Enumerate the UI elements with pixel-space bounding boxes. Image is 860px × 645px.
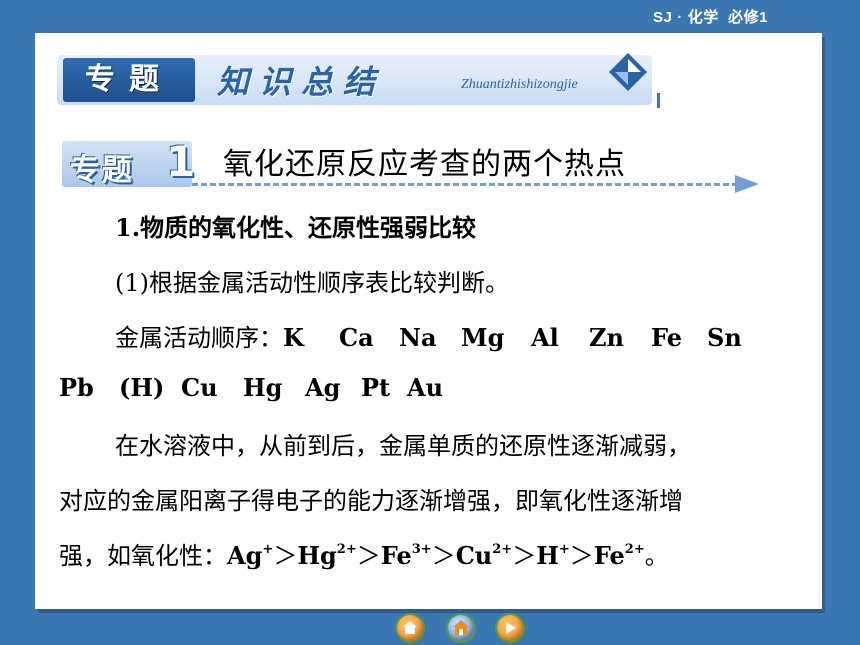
- metal-symbol: (H): [119, 373, 165, 402]
- heading-1-text: 1.物质的氧化性、还原性强弱比较: [115, 213, 477, 242]
- heading-2-text: (1)根据金属活动性顺序表比较判断。: [115, 269, 509, 297]
- content-heading-2: (1)根据金属活动性顺序表比较判断。: [115, 263, 509, 298]
- ion-charge: +: [558, 542, 570, 557]
- subject-name: 化学: [687, 9, 719, 26]
- ion-symbol: Ag: [227, 541, 263, 570]
- ion-charge: 2+: [624, 542, 645, 557]
- greater-than-sign: ＞: [356, 542, 381, 570]
- separator: ·: [677, 9, 683, 26]
- ion-symbol: Cu: [455, 541, 493, 570]
- section-divider: [192, 183, 747, 186]
- book-name: 必修1: [728, 9, 768, 26]
- course-code: SJ: [652, 9, 673, 26]
- house-button[interactable]: [448, 615, 474, 641]
- sequence-label: 金属活动顺序：: [115, 324, 283, 352]
- ion-charge: 3+: [411, 542, 432, 557]
- arrow-right-icon: [735, 175, 759, 193]
- metal-symbol: Pt: [361, 373, 391, 402]
- house-icon: [453, 620, 469, 635]
- ion-symbol: Fe: [593, 541, 625, 570]
- metal-symbol: Mg: [461, 323, 505, 352]
- home-button[interactable]: [397, 615, 423, 641]
- metal-symbol: Cu: [181, 373, 218, 402]
- greater-than-sign: ＞: [512, 542, 537, 570]
- paragraph-line-3: 强，如氧化性：Ag+＞Hg2+＞Fe3+＞Cu2+＞H+＞Fe2+。: [59, 536, 669, 571]
- metal-symbol: Al: [531, 323, 559, 352]
- header-tag: 专题: [63, 58, 195, 102]
- metal-symbol: Na: [399, 323, 437, 352]
- section-title: 氧化还原反应考查的两个热点: [223, 147, 626, 182]
- next-icon: [506, 622, 516, 634]
- ion: Fe3+: [380, 541, 432, 570]
- end-punctuation: 。: [644, 542, 669, 570]
- ion: H+: [536, 541, 570, 570]
- metal-symbol: Pb: [59, 373, 94, 402]
- section-tag-label: 专题: [70, 153, 134, 188]
- greater-than-sign: ＞: [431, 542, 456, 570]
- ion-symbol: H: [536, 541, 559, 570]
- paragraph-line-2: 对应的金属阳离子得电子的能力逐渐增强，即氧化性逐渐增: [59, 481, 683, 516]
- ion: Ag+: [227, 541, 274, 570]
- ion-charge: 2+: [336, 542, 357, 557]
- metal-sequence-line-1: 金属活动顺序：K Ca Na Mg Al Zn Fe Sn: [115, 318, 747, 353]
- home-icon: [403, 621, 417, 634]
- metal-sequence-line-2: Pb (H) Cu Hg Ag Pt Au: [59, 373, 447, 402]
- next-button[interactable]: [497, 615, 523, 641]
- ion-charge: +: [262, 542, 274, 557]
- paragraph-text-3-prefix: 强，如氧化性：: [59, 542, 227, 570]
- content-heading-1: 1.物质的氧化性、还原性强弱比较: [115, 208, 476, 243]
- ion: Fe2+: [593, 541, 645, 570]
- section-number: 1: [166, 137, 196, 186]
- ion-symbol: Fe: [380, 541, 412, 570]
- ion-symbol: Hg: [297, 541, 337, 570]
- slide-card: 专题 知识总结 Zhuantizhishizongjie 专题 1 氧化还原反应…: [35, 33, 822, 609]
- paragraph-line-1: 在水溶液中，从前到后，金属单质的还原性逐渐减弱，: [115, 426, 691, 461]
- metal-symbol: K: [283, 323, 304, 352]
- ion-charge: 2+: [492, 542, 513, 557]
- greater-than-sign: ＞: [273, 542, 298, 570]
- section-tag: 专题 1: [62, 137, 195, 188]
- metal-symbol: Sn: [707, 323, 742, 352]
- metal-symbol: Zn: [589, 323, 624, 352]
- greater-than-sign: ＞: [569, 542, 594, 570]
- metal-symbol: Ca: [339, 323, 374, 352]
- header-pinyin: Zhuantizhishizongjie: [461, 77, 578, 92]
- metal-symbol: Au: [407, 373, 444, 402]
- metal-symbol: Fe: [651, 323, 682, 352]
- ion: Cu2+: [455, 541, 513, 570]
- header-title: 知识总结: [217, 63, 386, 101]
- metal-symbol: Ag: [305, 373, 341, 402]
- metal-symbol: Hg: [243, 373, 283, 402]
- ion: Hg2+: [297, 541, 357, 570]
- paragraph-text-2: 对应的金属阳离子得电子的能力逐渐增强，即氧化性逐渐增: [59, 487, 683, 515]
- header-banner: 专题 知识总结 Zhuantizhishizongjie: [57, 55, 652, 105]
- paragraph-text-1: 在水溶液中，从前到后，金属单质的还原性逐渐减弱，: [115, 432, 691, 460]
- diamond-arrow-icon: [609, 53, 647, 91]
- header-accent-bar: [657, 93, 660, 108]
- course-label: SJ · 化学 必修1: [653, 6, 768, 27]
